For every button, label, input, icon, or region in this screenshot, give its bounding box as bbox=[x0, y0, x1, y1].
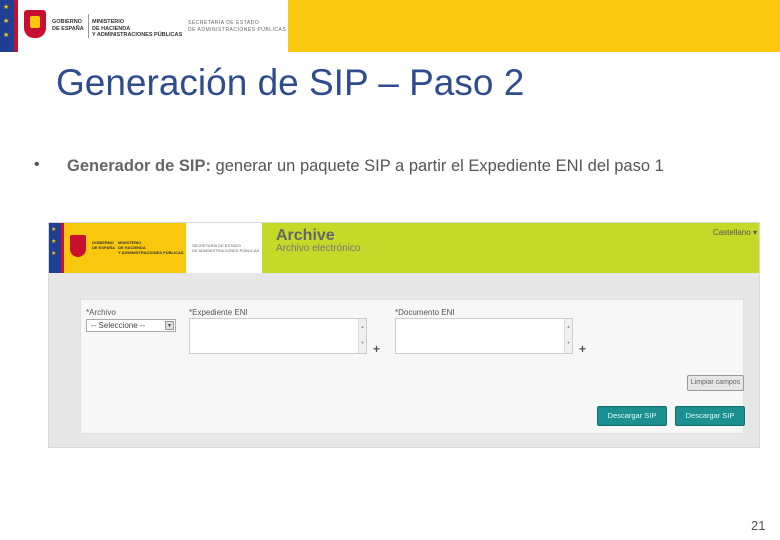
add-documento-icon[interactable]: + bbox=[579, 342, 586, 356]
bullet-text: Generador de SIP: generar un paquete SIP… bbox=[67, 156, 707, 177]
scrollbar[interactable]: ▲ ▼ bbox=[358, 319, 366, 353]
clear-fields-button[interactable]: Limpiar campos bbox=[687, 375, 744, 391]
star-icon: ★ bbox=[3, 32, 10, 39]
archivo-select[interactable]: -- Seleccione -- ▼ bbox=[86, 319, 176, 332]
archivo-select-value: -- Seleccione -- bbox=[91, 321, 146, 330]
download-sip-button[interactable]: Descargar SIP bbox=[675, 406, 745, 426]
language-selector[interactable]: Castellano ▾ bbox=[713, 228, 757, 237]
star-icon: ★ bbox=[3, 4, 10, 11]
eu-flag-strip: ★ ★ ★ bbox=[0, 0, 14, 52]
government-logo-box: GOBIERNO DE ESPAÑA MINISTERIO DE HACIEND… bbox=[18, 0, 288, 52]
secretaria-box: SECRETARÍA DE ESTADO DE ADMINISTRACIONES… bbox=[186, 223, 262, 273]
bullet-icon: • bbox=[34, 156, 40, 173]
gobierno-label: GOBIERNO DE ESPAÑA bbox=[52, 19, 84, 32]
download-sip-button[interactable]: Descargar SIP bbox=[597, 406, 667, 426]
ministry-label: MINISTERIO DE HACIENDA Y ADMINISTRACIONE… bbox=[92, 19, 183, 38]
eu-flag-strip: ★ ★ ★ bbox=[49, 223, 61, 273]
archivo-label: *Archivo bbox=[86, 308, 116, 317]
star-icon: ★ bbox=[51, 239, 57, 245]
embedded-app-screenshot: ★ ★ ★ GOBIERNO DE ESPAÑA MINISTERIO DE H… bbox=[48, 222, 760, 448]
bullet-description: generar un paquete SIP a partir el Exped… bbox=[210, 157, 664, 175]
gobierno-label: GOBIERNO DE ESPAÑA bbox=[92, 240, 116, 250]
expediente-eni-label: *Expediente ENI bbox=[189, 308, 248, 317]
top-banner: ★ ★ ★ GOBIERNO DE ESPAÑA MINISTERIO DE H… bbox=[0, 0, 780, 52]
documento-eni-field[interactable]: ▲ ▼ bbox=[395, 318, 573, 354]
coat-of-arms-icon bbox=[70, 235, 86, 257]
government-logo-box: GOBIERNO DE ESPAÑA MINISTERIO DE HACIEND… bbox=[64, 223, 186, 273]
slide-title: Generación de SIP – Paso 2 bbox=[56, 62, 525, 103]
page-number: 21 bbox=[751, 518, 766, 533]
secretaria-label: SECRETARÍA DE ESTADO DE ADMINISTRACIONES… bbox=[188, 20, 287, 33]
coat-of-arms-icon bbox=[24, 10, 46, 38]
chevron-down-icon[interactable]: ▼ bbox=[165, 321, 174, 330]
star-icon: ★ bbox=[3, 18, 10, 25]
bullet-bold-term: Generador de SIP: bbox=[67, 157, 211, 175]
ministry-label: MINISTERIO DE HACIENDA Y ADMINISTRACIONE… bbox=[118, 240, 184, 255]
app-subtitle: Archivo electrónico bbox=[276, 243, 361, 254]
divider bbox=[88, 14, 89, 38]
add-expediente-icon[interactable]: + bbox=[373, 342, 380, 356]
secretaria-label: SECRETARÍA DE ESTADO DE ADMINISTRACIONES… bbox=[192, 243, 260, 253]
star-icon: ★ bbox=[51, 251, 57, 257]
documento-eni-label: *Documento ENI bbox=[395, 308, 455, 317]
app-header: ★ ★ ★ GOBIERNO DE ESPAÑA MINISTERIO DE H… bbox=[49, 223, 759, 273]
scrollbar[interactable]: ▲ ▼ bbox=[564, 319, 572, 353]
expediente-eni-field[interactable]: ▲ ▼ bbox=[189, 318, 367, 354]
star-icon: ★ bbox=[51, 227, 57, 233]
sip-form-panel: *Archivo -- Seleccione -- ▼ *Expediente … bbox=[80, 299, 745, 434]
